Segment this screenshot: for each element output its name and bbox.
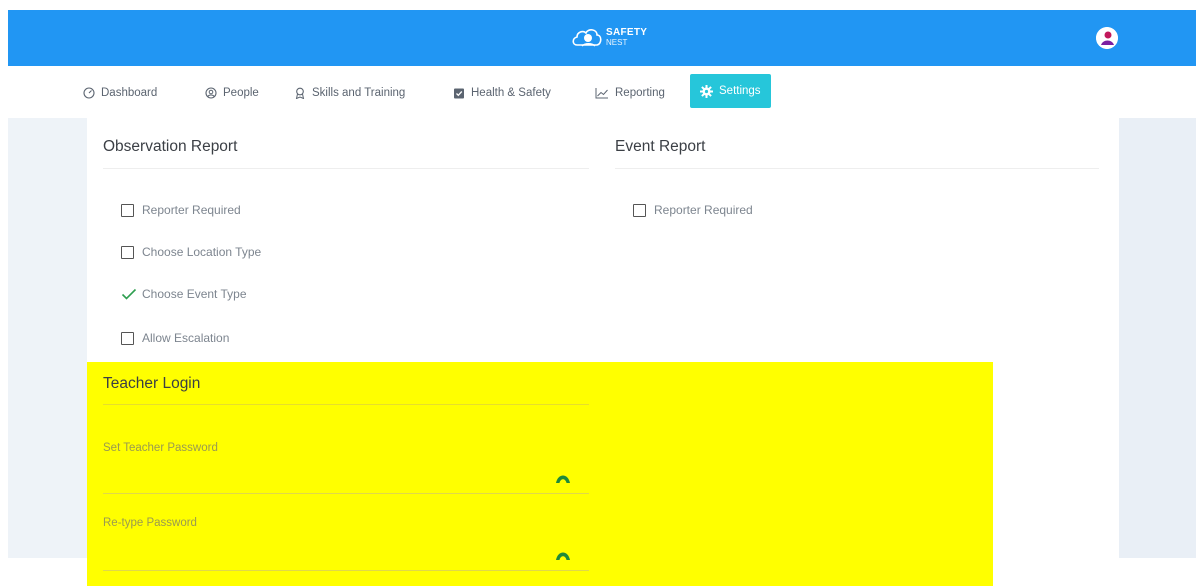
checkbox-unchecked[interactable] <box>121 331 134 345</box>
nav-people[interactable]: People <box>205 79 259 107</box>
user-avatar[interactable] <box>1096 27 1118 49</box>
top-bar: SAFETY NEST <box>8 10 1196 66</box>
option-allow-escalation[interactable]: Allow Escalation <box>121 331 229 345</box>
nav-reporting-label: Reporting <box>615 87 665 99</box>
nav-dashboard[interactable]: Dashboard <box>83 79 157 107</box>
person-icon <box>205 87 217 99</box>
nav-people-label: People <box>223 87 259 99</box>
option-choose-event-type[interactable]: Choose Event Type <box>121 287 247 301</box>
nav-reporting[interactable]: Reporting <box>595 79 665 107</box>
checkbox-unchecked[interactable] <box>121 203 134 217</box>
nav-settings[interactable]: Settings <box>690 74 771 108</box>
gear-icon <box>700 84 713 98</box>
option-label: Choose Event Type <box>142 287 247 301</box>
checkbox-unchecked[interactable] <box>121 245 134 259</box>
cloud-nest-logo-icon <box>572 29 602 47</box>
observation-report-title: Observation Report <box>103 138 238 155</box>
option-label: Allow Escalation <box>142 331 230 345</box>
eye-icon[interactable] <box>555 548 571 562</box>
nav-skills-training-label: Skills and Training <box>312 87 406 99</box>
observation-divider <box>103 168 589 169</box>
nav-health-safety-label: Health & Safety <box>471 87 551 99</box>
brand-logo[interactable]: SAFETY NEST <box>571 22 647 54</box>
option-label: Reporter Required <box>654 203 753 217</box>
option-choose-location-type[interactable]: Choose Location Type <box>121 245 261 259</box>
option-reporter-required[interactable]: Reporter Required <box>121 203 241 217</box>
checkmark-icon[interactable] <box>121 288 137 300</box>
teacher-login-divider <box>103 404 589 405</box>
chart-line-icon <box>595 88 608 99</box>
retype-password-label: Re-type Password <box>103 517 197 529</box>
main-navigation: Dashboard People Skills and Training Hea… <box>8 66 1196 119</box>
teacher-login-title: Teacher Login <box>103 375 201 392</box>
event-option-reporter-required[interactable]: Reporter Required <box>633 203 753 217</box>
checkbox-unchecked[interactable] <box>633 203 646 217</box>
award-icon <box>295 87 305 99</box>
nav-skills-training[interactable]: Skills and Training <box>294 79 405 107</box>
option-label: Choose Location Type <box>142 245 262 259</box>
eye-icon[interactable] <box>555 471 571 485</box>
brand-subname: NEST <box>606 38 628 47</box>
teacher-password-field <box>103 463 589 494</box>
retype-password-input[interactable] <box>103 540 589 570</box>
dashboard-icon <box>83 87 95 99</box>
clipboard-check-icon <box>454 88 464 99</box>
retype-password-field <box>103 540 589 571</box>
teacher-password-label: Set Teacher Password <box>103 442 218 454</box>
event-report-title: Event Report <box>615 138 706 155</box>
brand-name: SAFETY <box>606 27 648 38</box>
nav-health-safety[interactable]: Health & Safety <box>453 79 551 107</box>
option-label: Reporter Required <box>142 203 241 217</box>
event-divider <box>615 168 1099 169</box>
nav-settings-label: Settings <box>719 85 761 97</box>
teacher-password-input[interactable] <box>103 463 589 493</box>
content-right-margin <box>1119 118 1196 558</box>
avatar-icon <box>1096 27 1118 49</box>
nav-dashboard-label: Dashboard <box>101 87 158 99</box>
